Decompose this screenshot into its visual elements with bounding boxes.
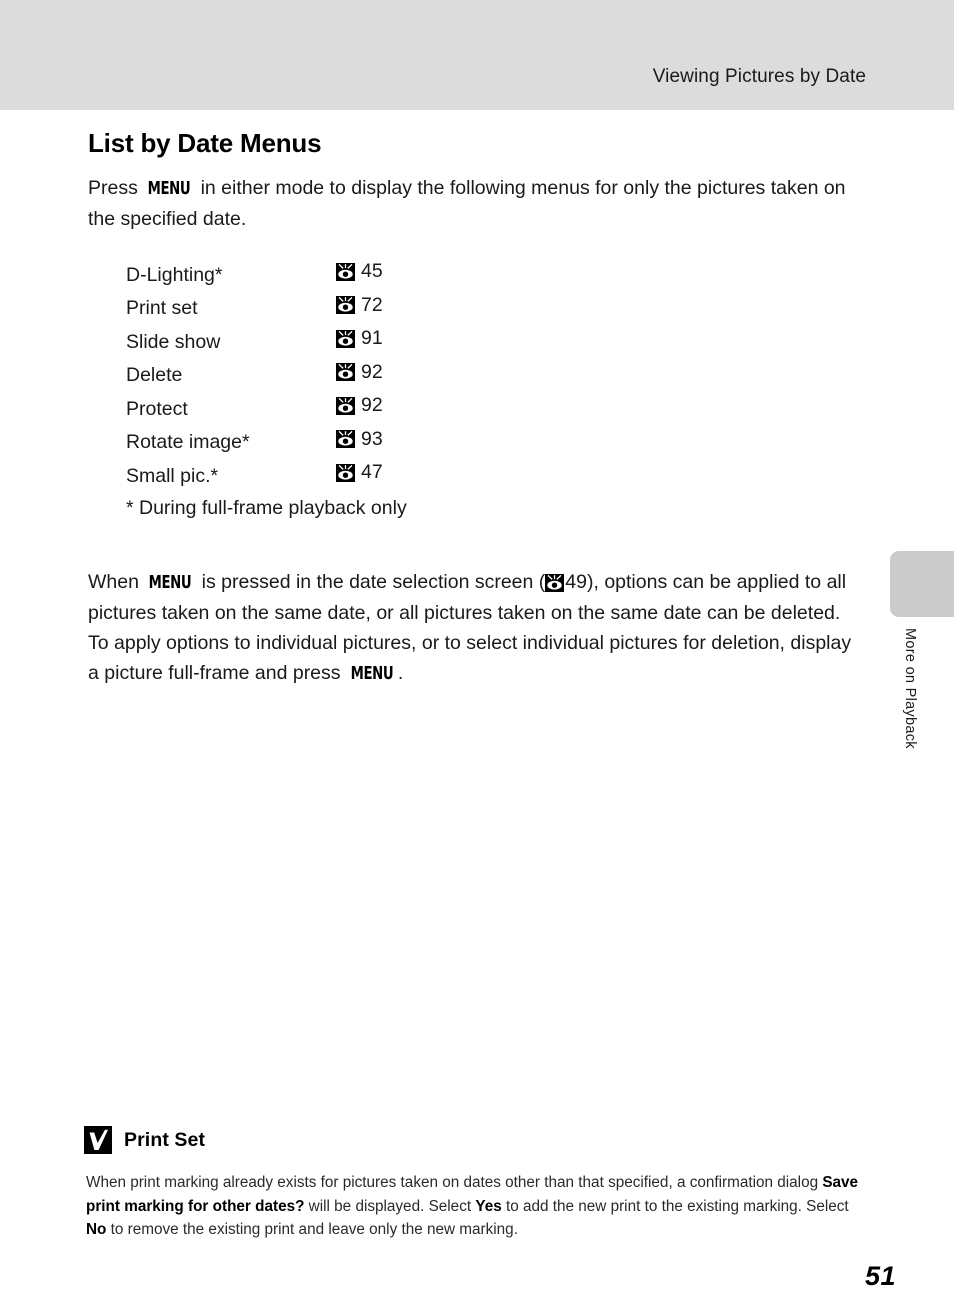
page-header-title: Viewing Pictures by Date (652, 66, 866, 87)
menu-item-reference: 92 (336, 394, 383, 417)
menu-item-reference: 92 (336, 361, 383, 384)
intro-text-after: in either mode to display the following … (88, 177, 846, 230)
list-item: Small pic.* 47 (88, 461, 868, 495)
chapter-tab-marker (890, 551, 954, 617)
eye-reference-icon (336, 262, 355, 281)
note-paragraph: When print marking already exists for pi… (86, 1171, 872, 1242)
page-title: List by Date Menus (88, 128, 322, 158)
menu-item-label: Slide show (126, 330, 221, 353)
menu-item-reference: 45 (336, 260, 383, 283)
menu-item-reference: 93 (336, 428, 383, 451)
eye-reference-icon (336, 296, 355, 314)
list-item: Print set 72 (88, 294, 868, 328)
menu-item-page-number: 92 (361, 360, 383, 383)
menu-item-reference: 91 (336, 327, 383, 350)
eye-reference-icon (545, 573, 565, 592)
eye-reference-icon (336, 463, 355, 482)
eye-reference-icon (336, 363, 355, 381)
eye-reference-icon (336, 430, 355, 448)
body-text-2: is pressed in the date selection screen … (196, 570, 546, 593)
note-header: Print Set (84, 1126, 874, 1154)
menu-item-label: Protect (126, 397, 188, 420)
body-text-4: . (397, 661, 404, 684)
menu-button-glyph: MENU (350, 662, 394, 684)
menu-item-label: Small pic.* (126, 464, 219, 487)
menu-item-list: D-Lighting* 45 Print set 72 Slide show 9… (88, 260, 868, 529)
menu-item-page-number: 93 (361, 427, 383, 450)
note-block: Print Set When print marking already exi… (84, 1126, 874, 1242)
menu-item-page-number: 47 (361, 461, 383, 483)
menu-item-reference: 72 (336, 294, 383, 317)
chapter-tab-label: More on Playback (902, 628, 918, 749)
menu-button-glyph: MENU (149, 571, 192, 593)
note-title: Print Set (124, 1128, 206, 1151)
list-item: D-Lighting* 45 (88, 260, 868, 294)
eye-reference-icon (336, 329, 355, 348)
list-item: Rotate image* 93 (88, 428, 868, 462)
menu-item-page-number: 45 (361, 260, 383, 282)
note-text-3: to add the new print to the existing mar… (501, 1197, 849, 1215)
menu-item-page-number: 72 (361, 293, 383, 316)
body-text-1: When (88, 570, 145, 593)
caution-check-icon (84, 1126, 112, 1154)
list-item: Delete 92 (88, 361, 868, 395)
body-paragraph: When MENU is pressed in the date selecti… (88, 567, 860, 689)
note-bold-yes: Yes (475, 1197, 502, 1215)
page-number: 51 (864, 1261, 896, 1291)
note-text-1: When print marking already exists for pi… (86, 1174, 823, 1191)
intro-text-before: Press (88, 177, 144, 199)
body-reference-page-number: 49 (565, 570, 587, 593)
menu-item-page-number: 91 (361, 327, 383, 349)
menu-list-footnote: * During full-frame playback only (126, 496, 407, 519)
list-item: Slide show 91 (88, 327, 868, 361)
page-content: List by Date Menus Press MENU in either … (88, 110, 868, 689)
menu-item-label: Print set (126, 297, 198, 319)
note-text-2: will be displayed. Select (304, 1197, 476, 1215)
menu-item-label: Rotate image* (126, 431, 250, 453)
list-item: Protect 92 (88, 394, 868, 428)
intro-paragraph: Press MENU in either mode to display the… (88, 173, 850, 234)
menu-item-page-number: 92 (361, 394, 383, 416)
note-text-4: to remove the existing print and leave o… (106, 1221, 518, 1238)
page-header-band: Viewing Pictures by Date (0, 0, 954, 110)
menu-item-label: Delete (126, 364, 183, 386)
menu-item-reference: 47 (336, 461, 383, 484)
eye-reference-icon (336, 396, 355, 415)
menu-item-label: D-Lighting* (126, 263, 223, 286)
menu-button-glyph: MENU (147, 178, 191, 199)
note-bold-no: No (86, 1221, 107, 1238)
